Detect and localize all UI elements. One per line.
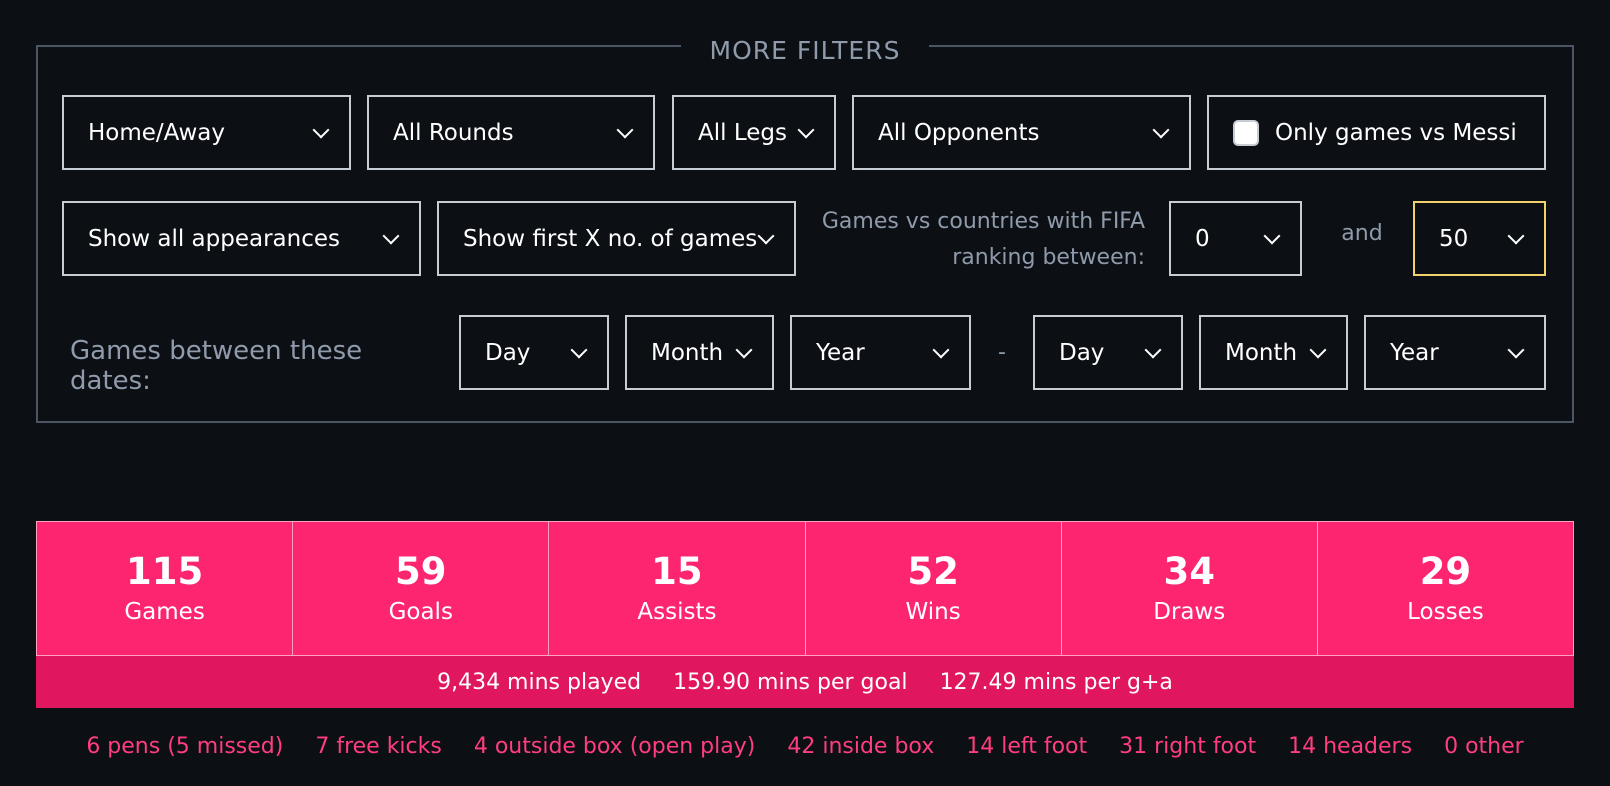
fifa-max-value: 50 <box>1439 225 1469 252</box>
to-month-value: Month <box>1225 339 1298 366</box>
filters-legend: MORE FILTERS <box>681 30 929 70</box>
chevron-down-icon <box>797 121 815 138</box>
chevron-down-icon <box>1507 341 1525 358</box>
chevron-down-icon <box>1507 227 1525 244</box>
stat-losses: 29 Losses <box>1318 522 1573 655</box>
stat-label: Assists <box>637 598 717 625</box>
fifa-label-line2: ranking between: <box>952 245 1145 270</box>
breakdown-outside-box: 4 outside box (open play) <box>473 733 756 759</box>
minutes-summary: 9,434 mins played 159.90 mins per goal 1… <box>36 656 1574 708</box>
from-day-select[interactable]: Day <box>459 315 609 390</box>
breakdown-pens: 6 pens (5 missed) <box>86 733 284 759</box>
chevron-down-icon <box>932 341 950 358</box>
fifa-max-select[interactable]: 50 <box>1413 201 1546 276</box>
date-separator: - <box>998 340 1006 365</box>
stat-assists: 15 Assists <box>549 522 806 655</box>
from-year-select[interactable]: Year <box>790 315 971 390</box>
to-year-value: Year <box>1390 339 1439 366</box>
breakdown-free-kicks: 7 free kicks <box>315 733 442 759</box>
mins-played: 9,434 mins played <box>437 669 642 695</box>
stat-label: Losses <box>1407 598 1484 625</box>
messi-filter[interactable]: Only games vs Messi <box>1207 95 1546 170</box>
breakdown-inside-box: 42 inside box <box>787 733 935 759</box>
first-x-games-value: Show first X no. of games <box>463 225 758 252</box>
legs-select[interactable]: All Legs <box>672 95 836 170</box>
chevron-down-icon <box>382 227 400 244</box>
to-year-select[interactable]: Year <box>1364 315 1546 390</box>
fifa-min-value: 0 <box>1195 225 1210 252</box>
mins-per-ga: 127.49 mins per g+a <box>939 669 1173 695</box>
stat-draws: 34 Draws <box>1062 522 1318 655</box>
rounds-select[interactable]: All Rounds <box>367 95 655 170</box>
fifa-and-label: and <box>1341 221 1383 246</box>
stat-label: Wins <box>905 598 961 625</box>
stat-value: 34 <box>1163 550 1216 594</box>
chevron-down-icon <box>1144 341 1162 358</box>
opponents-select[interactable]: All Opponents <box>852 95 1191 170</box>
fifa-min-select[interactable]: 0 <box>1169 201 1302 276</box>
chevron-down-icon <box>570 341 588 358</box>
chevron-down-icon <box>312 121 330 138</box>
from-day-value: Day <box>485 339 531 366</box>
stat-value: 115 <box>125 550 204 594</box>
home-away-value: Home/Away <box>88 119 225 146</box>
stat-label: Games <box>124 598 205 625</box>
from-year-value: Year <box>816 339 865 366</box>
chevron-down-icon <box>757 227 775 244</box>
to-day-value: Day <box>1059 339 1105 366</box>
chevron-down-icon <box>1152 121 1170 138</box>
messi-checkbox[interactable] <box>1233 119 1259 146</box>
goal-breakdown: 6 pens (5 missed) 7 free kicks 4 outside… <box>36 728 1574 764</box>
stat-value: 52 <box>907 550 959 594</box>
breakdown-left-foot: 14 left foot <box>966 733 1088 759</box>
legs-value: All Legs <box>698 119 787 146</box>
chevron-down-icon <box>616 121 634 138</box>
appearances-value: Show all appearances <box>88 225 341 252</box>
chevron-down-icon <box>1309 341 1327 358</box>
rounds-value: All Rounds <box>393 119 514 146</box>
opponents-value: All Opponents <box>878 119 1040 146</box>
home-away-select[interactable]: Home/Away <box>62 95 351 170</box>
stat-games: 115 Games <box>37 522 294 655</box>
stat-value: 15 <box>651 550 703 594</box>
mins-per-goal: 159.90 mins per goal <box>673 669 908 695</box>
first-x-games-select[interactable]: Show first X no. of games <box>437 201 796 276</box>
breakdown-headers: 14 headers <box>1288 733 1413 759</box>
from-month-select[interactable]: Month <box>625 315 774 390</box>
breakdown-other: 0 other <box>1444 733 1524 759</box>
stat-label: Goals <box>388 598 453 625</box>
stat-label: Draws <box>1153 598 1226 625</box>
stat-value: 29 <box>1419 550 1472 594</box>
from-month-value: Month <box>651 339 724 366</box>
chevron-down-icon <box>1263 227 1281 244</box>
stat-wins: 52 Wins <box>806 522 1062 655</box>
appearances-select[interactable]: Show all appearances <box>62 201 421 276</box>
fifa-label-line1: Games vs countries with FIFA <box>821 209 1145 234</box>
stat-value: 59 <box>395 550 447 594</box>
dates-label: Games between these dates: <box>70 336 363 396</box>
breakdown-right-foot: 31 right foot <box>1119 733 1257 759</box>
stats-bar: 115 Games 59 Goals 15 Assists 52 Wins 34… <box>36 521 1574 656</box>
to-day-select[interactable]: Day <box>1033 315 1183 390</box>
messi-checkbox-label: Only games vs Messi <box>1275 119 1517 146</box>
fifa-ranking-label: Games vs countries with FIFA ranking bet… <box>800 204 1145 276</box>
chevron-down-icon <box>735 341 753 358</box>
stat-goals: 59 Goals <box>293 522 550 655</box>
to-month-select[interactable]: Month <box>1199 315 1348 390</box>
